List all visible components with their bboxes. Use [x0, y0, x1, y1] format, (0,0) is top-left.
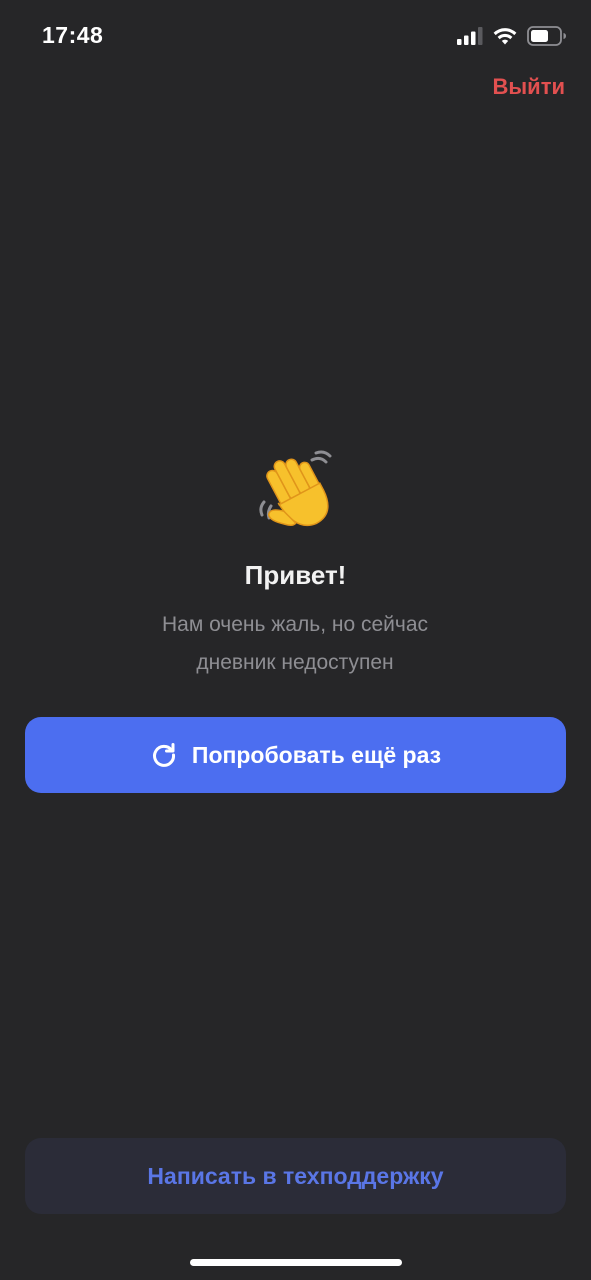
support-button-label: Написать в техподдержку — [147, 1162, 444, 1189]
error-message-line: Нам очень жаль, но сейчас — [161, 613, 429, 636]
status-icons — [457, 25, 567, 47]
refresh-icon — [153, 743, 175, 767]
error-message-line: дневник недоступен — [196, 651, 394, 674]
retry-button[interactable]: Попробовать ещё раз — [25, 717, 566, 793]
status-time: 17:48 — [42, 22, 104, 48]
signal-icon — [457, 27, 483, 45]
home-indicator[interactable] — [190, 1259, 402, 1266]
status-bar: 17:48 — [0, 0, 591, 72]
wifi-icon — [493, 28, 517, 45]
retry-button-label: Попробовать ещё раз — [191, 741, 442, 768]
error-message: Нам очень жаль, но сейчас дневник недост… — [95, 606, 495, 682]
waving-hand-icon — [259, 450, 332, 527]
support-button[interactable]: Написать в техподдержку — [25, 1138, 566, 1214]
battery-icon — [527, 26, 566, 46]
app-screen: 17:48 Выйти Привет! Нам очень жаль, но с… — [0, 0, 591, 1280]
logout-button[interactable]: Выйти — [493, 74, 566, 100]
greeting-title: Привет! — [244, 560, 347, 590]
